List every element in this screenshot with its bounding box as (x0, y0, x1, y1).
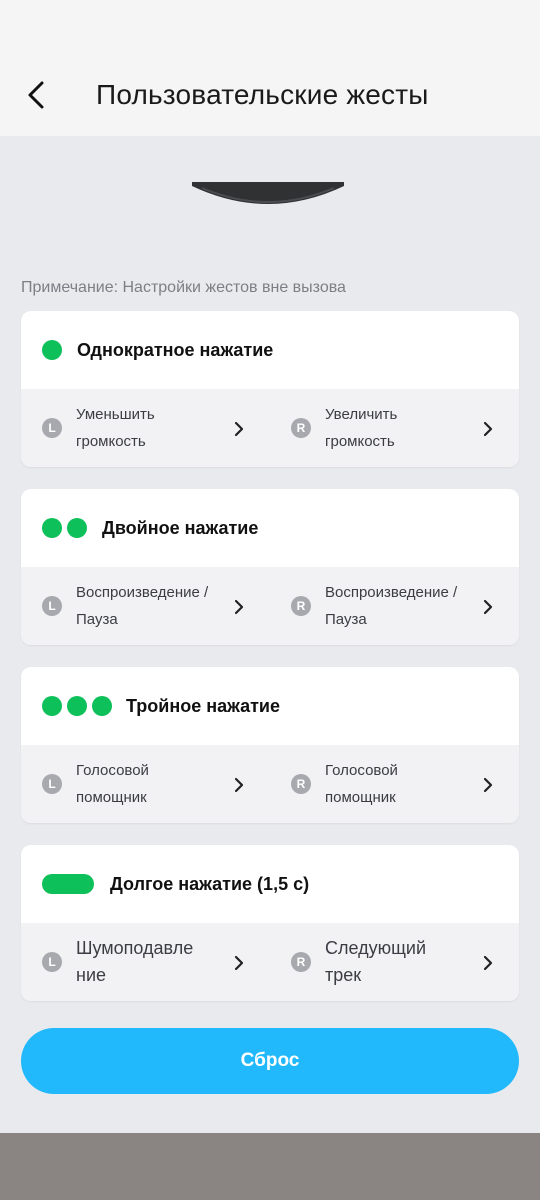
action-label: Воспроизведение /Пауза (325, 584, 458, 628)
right-badge: R (291, 952, 311, 972)
gesture-header: Однократное нажатие (21, 311, 519, 389)
navigation-bar (0, 1133, 540, 1200)
left-earbud-action[interactable]: L Голосовой помощник (21, 745, 270, 823)
right-badge: R (291, 418, 311, 438)
double-tap-indicator (42, 518, 87, 538)
left-badge: L (42, 952, 62, 972)
right-badge: R (291, 596, 311, 616)
chevron-right-icon (234, 421, 244, 437)
left-earbud-action[interactable]: L Уменьшить громкость (21, 389, 270, 467)
earbud-image (192, 182, 344, 204)
action-label: Шумоподавле ние (76, 938, 194, 985)
long-press-pill (42, 874, 94, 894)
page-title: Пользовательские жесты (96, 79, 429, 110)
gesture-card-long: Долгое нажатие (1,5 с) L Шумоподавле ние… (21, 845, 519, 1001)
action-label: Следующий трек (325, 938, 427, 985)
single-tap-indicator (42, 340, 62, 360)
gesture-title: Долгое нажатие (1,5 с) (110, 874, 310, 894)
back-arrow-icon[interactable] (22, 78, 52, 112)
right-earbud-action[interactable]: R Воспроизведение /Пауза (270, 567, 519, 645)
gesture-title: Однократное нажатие (77, 340, 274, 360)
left-badge: L (42, 596, 62, 616)
chevron-right-icon (483, 777, 493, 793)
right-badge: R (291, 774, 311, 794)
action-label: Увеличить громкость (325, 406, 398, 450)
action-label: Голосовой помощник (76, 762, 149, 806)
tap-dot (67, 518, 87, 538)
chevron-right-icon (483, 955, 493, 971)
gesture-header: Двойное нажатие (21, 489, 519, 567)
left-badge: L (42, 774, 62, 794)
right-earbud-action[interactable]: R Следующий трек (270, 923, 519, 1001)
action-label: Голосовой помощник (325, 762, 398, 806)
gesture-card-triple: Тройное нажатие L Голосовой помощник R Г… (21, 667, 519, 823)
tap-dot (42, 518, 62, 538)
chevron-right-icon (234, 599, 244, 615)
app-header: Пользовательские жесты (0, 0, 540, 136)
left-earbud-action[interactable]: L Воспроизведение /Пауза (21, 567, 270, 645)
chevron-right-icon (483, 599, 493, 615)
gesture-note: Примечание: Настройки жестов вне вызова (21, 279, 346, 296)
tap-dot (42, 696, 62, 716)
gesture-card-single: Однократное нажатие L Уменьшить громкост… (21, 311, 519, 467)
long-press-indicator (42, 874, 94, 894)
action-label: Воспроизведение /Пауза (76, 584, 209, 628)
gesture-title: Двойное нажатие (102, 518, 259, 538)
tap-dot (67, 696, 87, 716)
right-earbud-action[interactable]: R Голосовой помощник (270, 745, 519, 823)
gesture-header: Тройное нажатие (21, 667, 519, 745)
tap-dot (42, 340, 62, 360)
triple-tap-indicator (42, 696, 112, 716)
gesture-title: Тройное нажатие (126, 696, 281, 716)
tap-dot (92, 696, 112, 716)
reset-button[interactable]: Сброс (21, 1028, 519, 1094)
gesture-header: Долгое нажатие (1,5 с) (21, 845, 519, 923)
right-earbud-action[interactable]: R Увеличить громкость (270, 389, 519, 467)
left-badge: L (42, 418, 62, 438)
chevron-right-icon (234, 777, 244, 793)
gesture-card-double: Двойное нажатие L Воспроизведение /Пауза… (21, 489, 519, 645)
chevron-right-icon (234, 955, 244, 971)
chevron-right-icon (483, 421, 493, 437)
action-label: Уменьшить громкость (76, 406, 155, 450)
left-earbud-action[interactable]: L Шумоподавле ние (21, 923, 270, 1001)
